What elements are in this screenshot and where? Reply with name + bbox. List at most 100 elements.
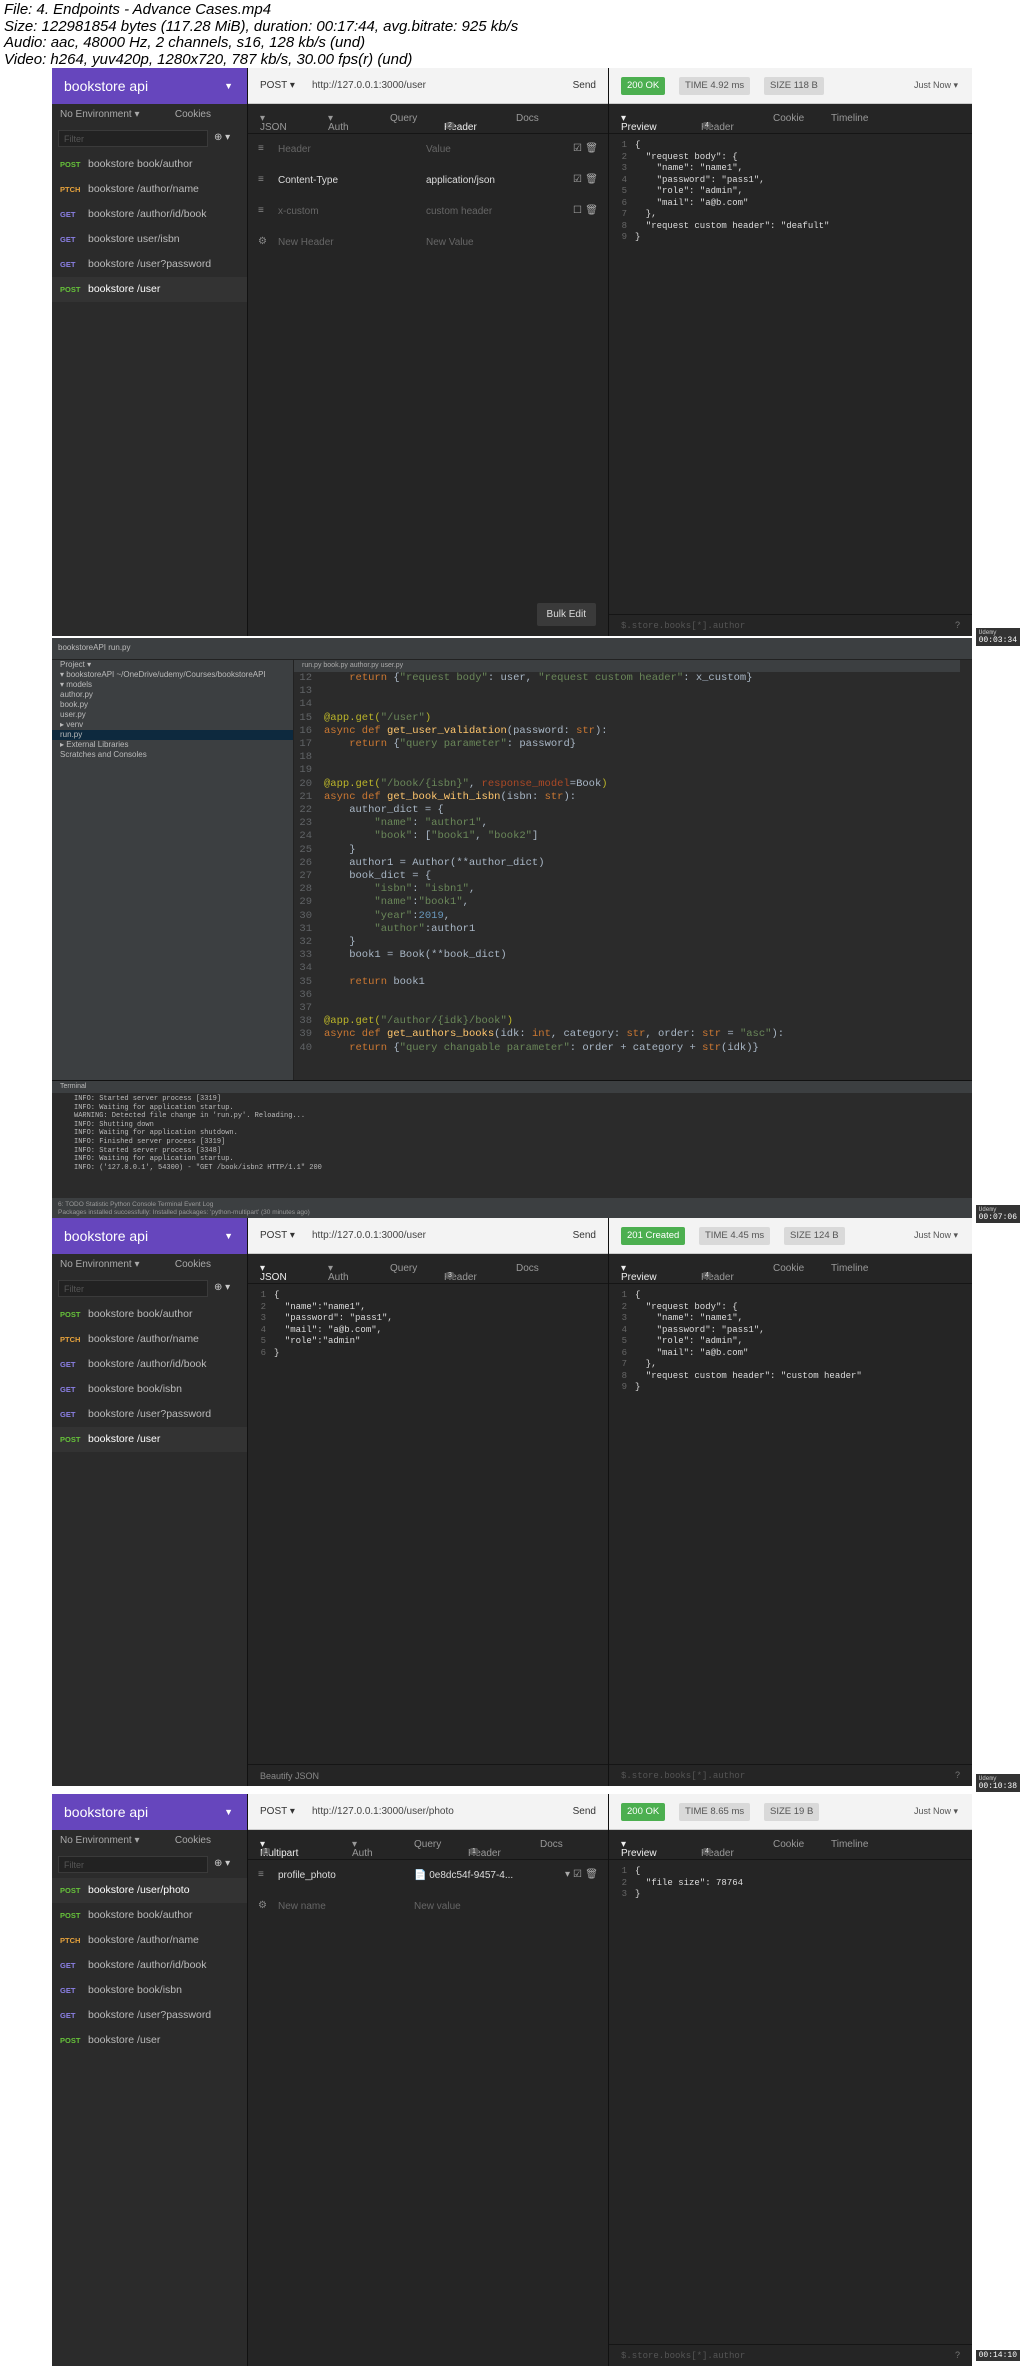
cookies-button[interactable]: Cookies: [175, 1835, 211, 1846]
tab-multipart[interactable]: Multipart 1 ▾: [260, 1839, 298, 1859]
help-icon[interactable]: ?: [955, 620, 960, 630]
sidebar-request-item[interactable]: GET bookstore book/isbn: [52, 1978, 247, 2003]
chevron-down-icon[interactable]: ▾: [565, 1869, 570, 1880]
response-filter-input[interactable]: $.store.books[*].author?: [609, 2344, 972, 2366]
terminal-panel[interactable]: Terminal INFO: Started server process [3…: [52, 1080, 972, 1220]
tab-auth[interactable]: Auth ▾: [328, 1263, 349, 1283]
sidebar-request-item[interactable]: GET bookstore /author/id/book: [52, 1352, 247, 1377]
send-button[interactable]: Send: [573, 1230, 596, 1241]
multipart-row[interactable]: ≡ profile_photo 📄 0e8dc54f-9457-4... ▾ ☑ 🗑: [248, 1860, 608, 1891]
tab-cookie[interactable]: Cookie: [773, 1839, 804, 1850]
project-tree-node[interactable]: Scratches and Consoles: [52, 750, 293, 760]
tab-timeline[interactable]: Timeline: [831, 113, 868, 124]
code-editor[interactable]: run.py book.py author.py user.py 12 retu…: [294, 660, 960, 1080]
header-row[interactable]: ≡ x-custom custom header ☐ 🗑: [248, 196, 608, 227]
drag-handle-icon[interactable]: ≡: [258, 143, 264, 154]
workspace-title[interactable]: bookstore api ▼: [52, 68, 247, 104]
new-value-input[interactable]: New Value: [426, 237, 474, 248]
send-button[interactable]: Send: [573, 80, 596, 91]
tab-query[interactable]: Query: [390, 113, 417, 124]
project-tree-node[interactable]: ▸ External Libraries: [52, 740, 293, 750]
method-select[interactable]: POST ▾: [260, 1230, 295, 1241]
sidebar-request-item[interactable]: PTCH bookstore /author/name: [52, 1928, 247, 1953]
environment-selector[interactable]: No Environment ▾ Cookies: [52, 104, 247, 126]
project-tree-node[interactable]: ▾ bookstoreAPI ~/OneDrive/udemy/Courses/…: [52, 670, 293, 680]
tab-json[interactable]: JSON ▾: [260, 113, 287, 133]
add-icon[interactable]: ⊕ ▾: [214, 1858, 230, 1869]
beautify-json-button[interactable]: Beautify JSON: [248, 1764, 608, 1786]
method-select[interactable]: POST ▾: [260, 1806, 295, 1817]
header-name-input[interactable]: Content-Type: [278, 175, 338, 186]
tab-timeline[interactable]: Timeline: [831, 1263, 868, 1274]
trash-icon[interactable]: 🗑: [585, 174, 598, 185]
tab-docs[interactable]: Docs: [516, 1263, 539, 1274]
trash-icon[interactable]: 🗑: [585, 205, 598, 216]
tab-auth[interactable]: Auth ▾: [352, 1839, 373, 1859]
filter-input[interactable]: Filter: [58, 1856, 208, 1873]
tab-auth[interactable]: Auth ▾: [328, 113, 349, 133]
sidebar-request-item[interactable]: GET bookstore user/isbn: [52, 227, 247, 252]
sidebar-request-item[interactable]: POST bookstore /user: [52, 1427, 247, 1452]
project-tree-node[interactable]: ▾ models: [52, 680, 293, 690]
sidebar-request-item[interactable]: GET bookstore /author/id/book: [52, 1953, 247, 1978]
drag-handle-icon[interactable]: ≡: [258, 1869, 264, 1880]
add-icon[interactable]: ⊕ ▾: [214, 132, 230, 143]
sidebar-request-item[interactable]: PTCH bookstore /author/name: [52, 177, 247, 202]
send-button[interactable]: Send: [573, 1806, 596, 1817]
tab-docs[interactable]: Docs: [516, 113, 539, 124]
sidebar-request-item[interactable]: GET bookstore /author/id/book: [52, 202, 247, 227]
file-chooser[interactable]: 📄 0e8dc54f-9457-4...: [414, 1870, 513, 1881]
new-name-input[interactable]: New name: [278, 1901, 326, 1912]
checkbox-icon[interactable]: ☑: [573, 1869, 582, 1880]
header-row[interactable]: ≡ Header Value ☑ 🗑: [248, 134, 608, 165]
url-input[interactable]: http://127.0.0.1:3000/user/photo: [312, 1806, 454, 1817]
checkbox-icon[interactable]: ☐: [573, 205, 582, 216]
tab-preview[interactable]: Preview ▾: [621, 1839, 657, 1859]
sidebar-request-item[interactable]: POST bookstore book/author: [52, 1903, 247, 1928]
response-filter-input[interactable]: $.store.books[*].author?: [609, 1764, 972, 1786]
tab-preview[interactable]: Preview ▾: [621, 1263, 657, 1283]
field-name-input[interactable]: profile_photo: [278, 1870, 336, 1881]
project-tree-node[interactable]: user.py: [52, 710, 293, 720]
cookies-button[interactable]: Cookies: [175, 109, 211, 120]
workspace-title[interactable]: bookstore api ▼: [52, 1794, 247, 1830]
url-input[interactable]: http://127.0.0.1:3000/user: [312, 80, 426, 91]
sidebar-request-item[interactable]: GET bookstore /user?password: [52, 2003, 247, 2028]
header-row[interactable]: ≡ Content-Type application/json ☑ 🗑: [248, 165, 608, 196]
tab-cookie[interactable]: Cookie: [773, 113, 804, 124]
history-dropdown[interactable]: Just Now ▾: [914, 80, 958, 91]
header-value-input[interactable]: Value: [426, 144, 451, 155]
header-value-input[interactable]: application/json: [426, 175, 495, 186]
new-header-row[interactable]: ⚙ New Header New Value: [248, 227, 608, 258]
sidebar-request-item[interactable]: POST bookstore /user/photo: [52, 1878, 247, 1903]
method-select[interactable]: POST ▾: [260, 80, 295, 91]
sidebar-request-item[interactable]: POST bookstore book/author: [52, 152, 247, 177]
header-name-input[interactable]: x-custom: [278, 206, 319, 217]
project-tree-node[interactable]: run.py: [52, 730, 293, 740]
sidebar-request-item[interactable]: POST bookstore book/author: [52, 1302, 247, 1327]
tab-cookie[interactable]: Cookie: [773, 1263, 804, 1274]
new-multipart-row[interactable]: ⚙ New name New value: [248, 1891, 608, 1922]
trash-icon[interactable]: 🗑: [585, 1869, 598, 1880]
tab-preview[interactable]: Preview ▾: [621, 113, 657, 133]
trash-icon[interactable]: 🗑: [585, 143, 598, 154]
request-body-editor[interactable]: 1{2 "name":"name1", 3 "password": "pass1"…: [248, 1284, 608, 1359]
editor-tabs[interactable]: run.py book.py author.py user.py: [294, 660, 960, 672]
header-name-input[interactable]: Header: [278, 144, 311, 155]
cookies-button[interactable]: Cookies: [175, 1259, 211, 1270]
bulk-edit-button[interactable]: Bulk Edit: [536, 603, 596, 626]
sidebar-request-item[interactable]: POST bookstore /user: [52, 277, 247, 302]
response-filter-input[interactable]: $.store.books[*].author?: [609, 614, 972, 636]
tab-query[interactable]: Query: [390, 1263, 417, 1274]
project-tree-node[interactable]: author.py: [52, 690, 293, 700]
filter-input[interactable]: Filter: [58, 130, 208, 147]
checkbox-icon[interactable]: ☑: [573, 174, 582, 185]
sidebar-request-item[interactable]: POST bookstore /user: [52, 2028, 247, 2053]
project-tree-node[interactable]: Project ▾: [52, 660, 293, 670]
sidebar-request-item[interactable]: GET bookstore /user?password: [52, 1402, 247, 1427]
filter-input[interactable]: Filter: [58, 1280, 208, 1297]
tab-json[interactable]: JSON ▾: [260, 1263, 287, 1283]
new-value-input[interactable]: New value: [414, 1901, 461, 1912]
history-dropdown[interactable]: Just Now ▾: [914, 1230, 958, 1241]
history-dropdown[interactable]: Just Now ▾: [914, 1806, 958, 1817]
